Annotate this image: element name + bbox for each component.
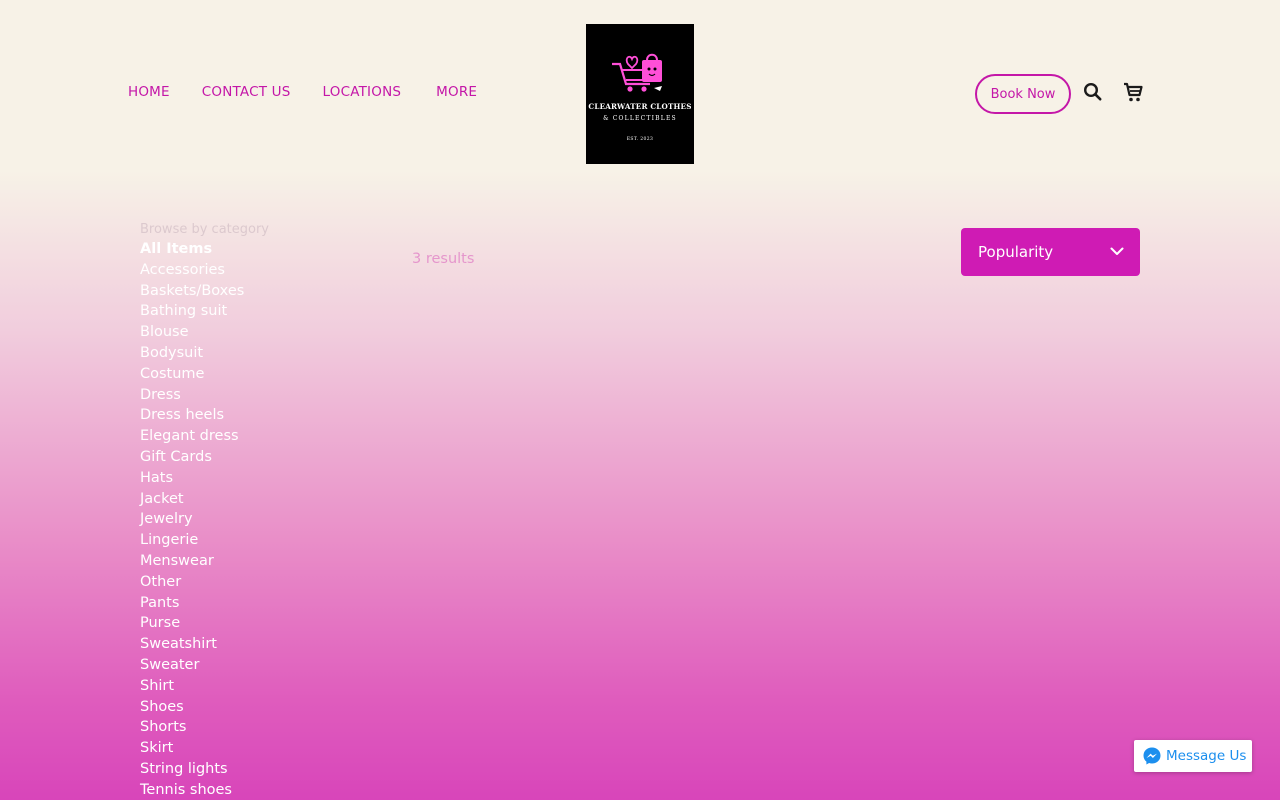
nav-home[interactable]: HOME bbox=[128, 84, 170, 100]
category-item[interactable]: Skirt bbox=[140, 738, 269, 759]
category-heading: Browse by category bbox=[140, 222, 269, 237]
category-item[interactable]: Costume bbox=[140, 364, 269, 385]
category-item[interactable]: Elegant dress bbox=[140, 426, 269, 447]
nav-contact-us[interactable]: CONTACT US bbox=[202, 84, 291, 100]
message-us-label: Message Us bbox=[1166, 748, 1247, 764]
category-item[interactable]: Hats bbox=[140, 468, 269, 489]
category-item[interactable]: Baskets/Boxes bbox=[140, 281, 269, 302]
category-item[interactable]: Tennis shoes bbox=[140, 780, 269, 800]
category-item[interactable]: All Items bbox=[140, 239, 269, 260]
chevron-down-icon bbox=[1110, 247, 1124, 255]
category-item[interactable]: Other bbox=[140, 572, 269, 593]
category-item[interactable]: Lingerie bbox=[140, 530, 269, 551]
category-item[interactable]: Jacket bbox=[140, 489, 269, 510]
category-item[interactable]: Blouse bbox=[140, 322, 269, 343]
category-item[interactable]: Sweatshirt bbox=[140, 634, 269, 655]
category-item[interactable]: Sweater bbox=[140, 655, 269, 676]
category-item[interactable]: Accessories bbox=[140, 260, 269, 281]
category-item[interactable]: Menswear bbox=[140, 551, 269, 572]
main-nav: HOME CONTACT US LOCATIONS MORE bbox=[128, 84, 509, 100]
logo-subtitle: & COLLECTIBLES bbox=[603, 115, 677, 122]
category-item[interactable]: Shoes bbox=[140, 697, 269, 718]
category-item[interactable]: Bathing suit bbox=[140, 301, 269, 322]
nav-locations[interactable]: LOCATIONS bbox=[323, 84, 402, 100]
sort-select[interactable]: Popularity bbox=[961, 228, 1140, 276]
logo-established: EST. 2023 bbox=[626, 137, 654, 142]
search-icon[interactable] bbox=[1083, 82, 1103, 106]
shopping-bag-cart-icon bbox=[612, 53, 662, 92]
category-item[interactable]: String lights bbox=[140, 759, 269, 780]
category-item[interactable]: Shirt bbox=[140, 676, 269, 697]
logo-name: CLEARWATER CLOTHES bbox=[588, 102, 692, 111]
category-sidebar: Browse by category All Items Accessories… bbox=[140, 221, 269, 800]
category-item[interactable]: Pants bbox=[140, 593, 269, 614]
nav-more[interactable]: MORE bbox=[436, 84, 477, 100]
message-us-button[interactable]: Message Us bbox=[1134, 740, 1252, 772]
category-item[interactable]: Purse bbox=[140, 613, 269, 634]
category-item[interactable]: Jewelry bbox=[140, 509, 269, 530]
category-item[interactable]: Shorts bbox=[140, 717, 269, 738]
category-item[interactable]: Gift Cards bbox=[140, 447, 269, 468]
sort-value: Popularity bbox=[978, 243, 1054, 261]
category-item[interactable]: Dress heels bbox=[140, 405, 269, 426]
results-count: 3 results bbox=[412, 251, 475, 267]
book-now-button[interactable]: Book Now bbox=[975, 74, 1071, 114]
cart-icon[interactable] bbox=[1122, 81, 1144, 107]
category-item[interactable]: Dress bbox=[140, 385, 269, 406]
messenger-icon bbox=[1143, 747, 1161, 765]
site-logo[interactable]: CLEARWATER CLOTHES & COLLECTIBLES EST. 2… bbox=[586, 24, 694, 164]
category-item[interactable]: Bodysuit bbox=[140, 343, 269, 364]
